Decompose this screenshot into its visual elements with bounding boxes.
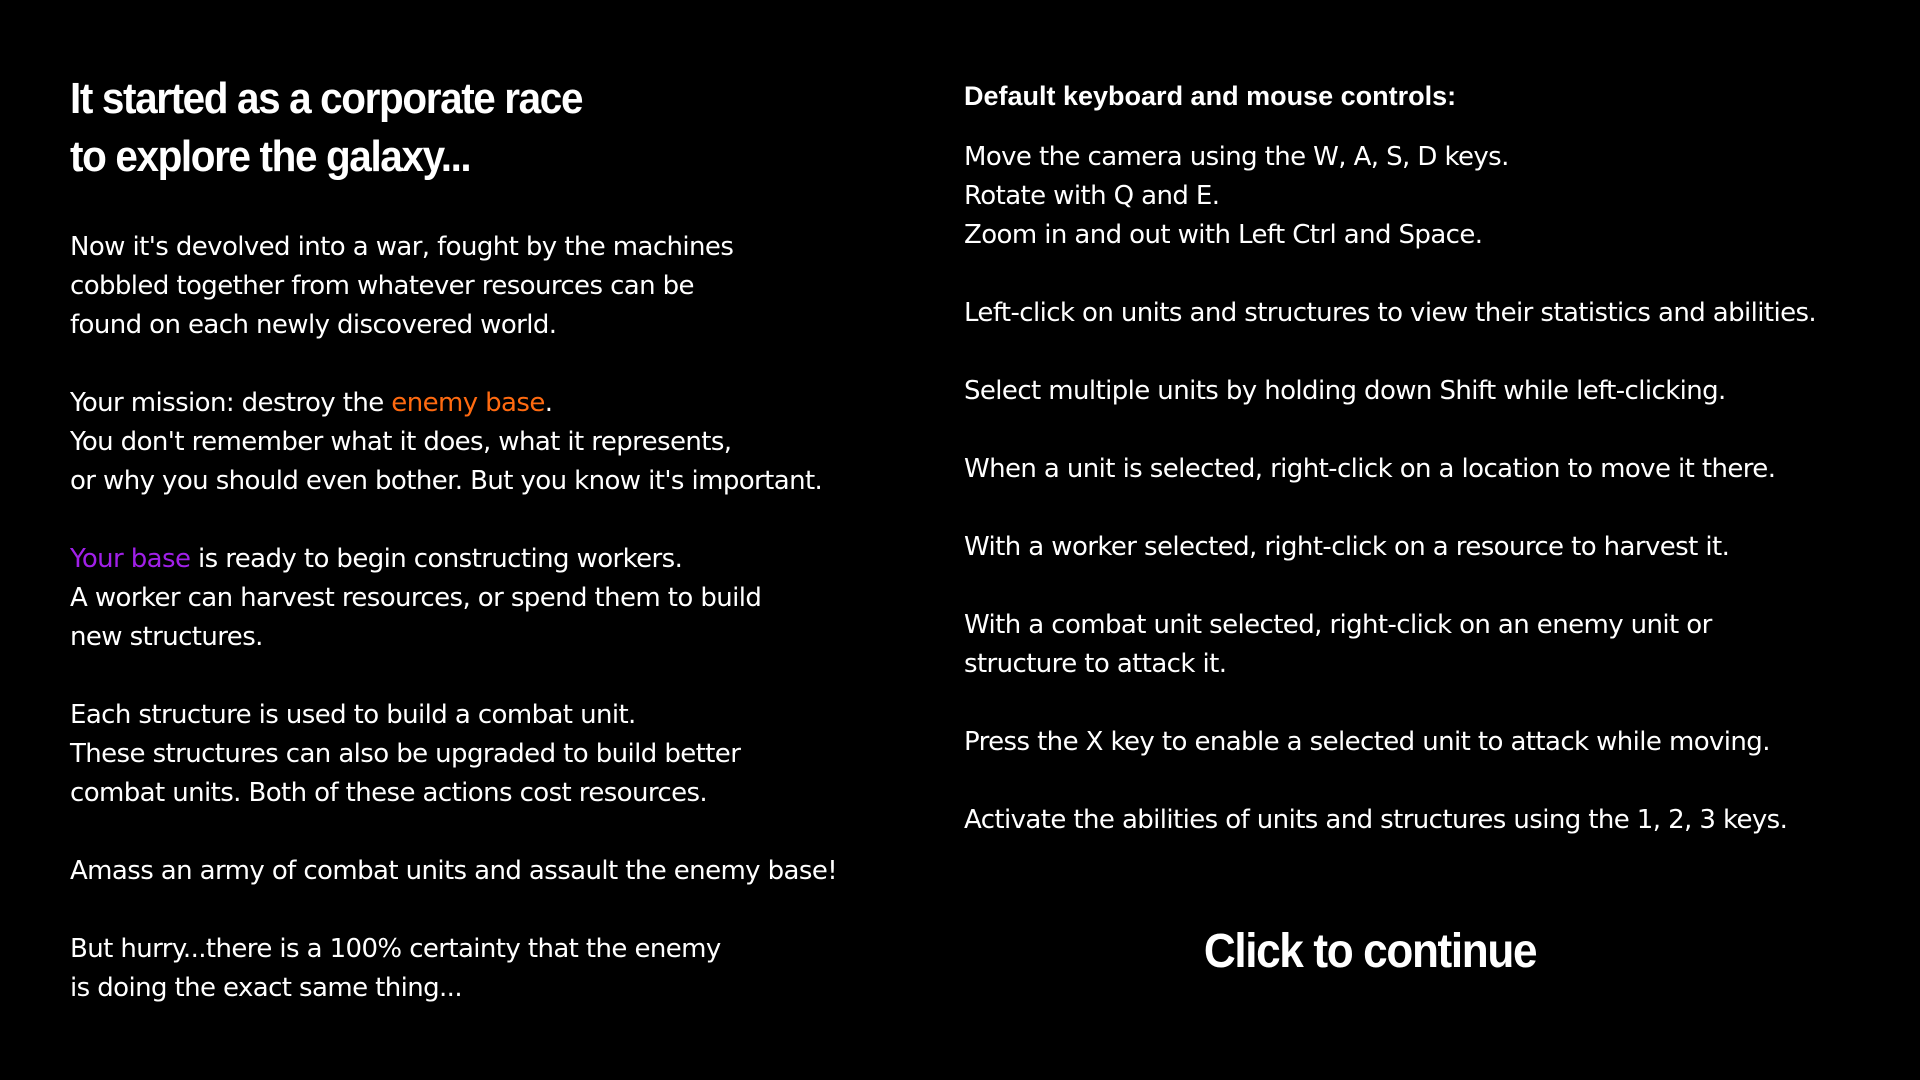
- story-paragraph-army: Amass an army of combat units and assaul…: [70, 852, 890, 891]
- story-line: A worker can harvest resources, or spend…: [70, 583, 762, 613]
- controls-line: Left-click on units and structures to vi…: [964, 298, 1817, 328]
- controls-line: With a combat unit selected, right-click…: [964, 610, 1712, 640]
- controls-attack-move: Press the X key to enable a selected uni…: [964, 723, 1904, 762]
- story-line: Amass an army of combat units and assaul…: [70, 856, 838, 886]
- story-line: cobbled together from whatever resources…: [70, 271, 695, 301]
- story-line: Each structure is used to build a combat…: [70, 700, 636, 730]
- heading-line: to explore the galaxy...: [70, 132, 472, 181]
- story-line: found on each newly discovered world.: [70, 310, 557, 340]
- story-line: is doing the exact same thing...: [70, 973, 463, 1003]
- continue-button[interactable]: Click to continue: [1177, 920, 1563, 984]
- controls-line: structure to attack it.: [964, 649, 1227, 679]
- controls-title: Default keyboard and mouse controls:: [964, 81, 1457, 111]
- story-paragraph-structures: Each structure is used to build a combat…: [70, 696, 890, 813]
- story-line: Your mission: destroy the enemy base.: [70, 384, 890, 423]
- story-line: new structures.: [70, 622, 263, 652]
- controls-list: Move the camera using the W, A, S, D key…: [964, 138, 1904, 879]
- story-line: Your base is ready to begin constructing…: [70, 540, 890, 579]
- story-line: or why you should even bother. But you k…: [70, 466, 823, 496]
- story-line: Now it's devolved into a war, fought by …: [70, 232, 734, 262]
- controls-abilities: Activate the abilities of units and stru…: [964, 801, 1904, 840]
- controls-select: Left-click on units and structures to vi…: [964, 294, 1904, 333]
- story-line: These structures can also be upgraded to…: [70, 739, 741, 769]
- intro-screen[interactable]: It started as a corporate race to explor…: [0, 0, 1920, 1080]
- story-line: combat units. Both of these actions cost…: [70, 778, 708, 808]
- story-paragraph-war: Now it's devolved into a war, fought by …: [70, 228, 890, 345]
- story-paragraph-mission: Your mission: destroy the enemy base. Yo…: [70, 384, 890, 501]
- controls-harvest: With a worker selected, right-click on a…: [964, 528, 1904, 567]
- story-paragraph-hurry: But hurry...there is a 100% certainty th…: [70, 930, 890, 1008]
- base-suffix: is ready to begin constructing workers.: [190, 544, 683, 574]
- controls-attack: With a combat unit selected, right-click…: [964, 606, 1904, 684]
- controls-move: When a unit is selected, right-click on …: [964, 450, 1904, 489]
- controls-line: When a unit is selected, right-click on …: [964, 454, 1776, 484]
- controls-camera: Move the camera using the W, A, S, D key…: [964, 138, 1904, 255]
- mission-prefix: Your mission: destroy the: [70, 388, 392, 418]
- controls-line: With a worker selected, right-click on a…: [964, 532, 1730, 562]
- controls-line: Rotate with Q and E.: [964, 181, 1220, 211]
- controls-line: Move the camera using the W, A, S, D key…: [964, 142, 1509, 172]
- your-base-highlight: Your base: [70, 544, 191, 574]
- controls-line: Select multiple units by holding down Sh…: [964, 376, 1726, 406]
- story-text: Now it's devolved into a war, fought by …: [70, 228, 890, 1047]
- controls-line: Press the X key to enable a selected uni…: [964, 727, 1770, 757]
- enemy-base-highlight: enemy base: [391, 388, 545, 418]
- heading-line: It started as a corporate race: [70, 74, 583, 123]
- story-line: You don't remember what it does, what it…: [70, 427, 732, 457]
- controls-multi-select: Select multiple units by holding down Sh…: [964, 372, 1904, 411]
- intro-heading: It started as a corporate race to explor…: [70, 70, 806, 186]
- story-paragraph-base: Your base is ready to begin constructing…: [70, 540, 890, 657]
- controls-line: Activate the abilities of units and stru…: [964, 805, 1788, 835]
- mission-suffix: .: [544, 388, 553, 418]
- story-line: But hurry...there is a 100% certainty th…: [70, 934, 721, 964]
- controls-line: Zoom in and out with Left Ctrl and Space…: [964, 220, 1483, 250]
